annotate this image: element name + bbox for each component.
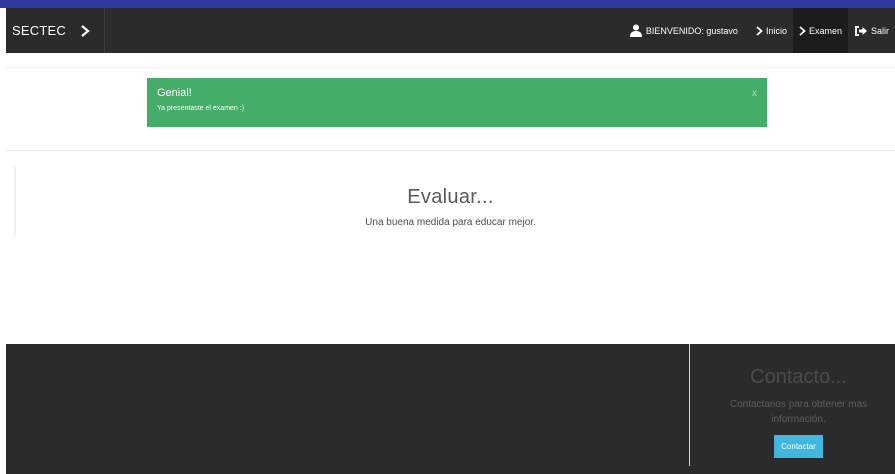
hero: Evaluar... Una buena medida para educar … (6, 186, 895, 228)
brand[interactable]: SECTEC (6, 8, 104, 53)
nav-item-label[interactable]: Salir (871, 26, 889, 36)
success-alert: Genial! Ya presentaste el examen :) x (147, 78, 767, 127)
user-greeting: BIENVENIDO: gustavo (645, 25, 738, 36)
hero-subtitle: Una buena medida para educar mejor. (365, 217, 536, 228)
contact-button[interactable]: Contactar (774, 435, 823, 458)
contact-text: Contactanos para obtener mas información… (729, 399, 868, 425)
navbar: SECTEC BIENVENIDO: gustavo Inicio Examen… (6, 8, 895, 53)
section-separator (6, 150, 895, 151)
navbar-divider (103, 8, 105, 53)
footer-divider (689, 344, 690, 466)
brand-name[interactable]: SECTEC (12, 23, 66, 38)
chevron-right-icon[interactable] (76, 22, 94, 40)
nav-item-inicio[interactable]: Inicio (750, 8, 793, 53)
nav-item-salir[interactable]: Salir (848, 8, 895, 53)
top-accent-bar (0, 0, 895, 8)
navbar-right: BIENVENIDO: gustavo Inicio Examen Salir (623, 8, 895, 53)
sign-out-icon (854, 25, 868, 37)
nav-item-label[interactable]: Examen (809, 26, 842, 36)
user-icon (629, 24, 643, 37)
chevron-right-icon (756, 25, 763, 36)
close-icon[interactable]: x (752, 88, 757, 99)
nav-item-label[interactable]: Inicio (766, 26, 787, 36)
contact-section: Contacto... Contactanos para obtener mas… (702, 366, 895, 458)
section-separator (6, 67, 895, 68)
alert-title: Genial! (157, 87, 192, 99)
hero-title: Evaluar... (407, 186, 494, 208)
nav-user: BIENVENIDO: gustavo (623, 8, 744, 53)
chevron-right-icon (799, 25, 806, 36)
alert-message: Ya presentaste el examen :) (157, 105, 245, 112)
footer: Contacto... Contactanos para obtener mas… (6, 344, 895, 474)
contact-title: Contacto... (750, 366, 847, 388)
nav-item-examen[interactable]: Examen (792, 8, 848, 53)
